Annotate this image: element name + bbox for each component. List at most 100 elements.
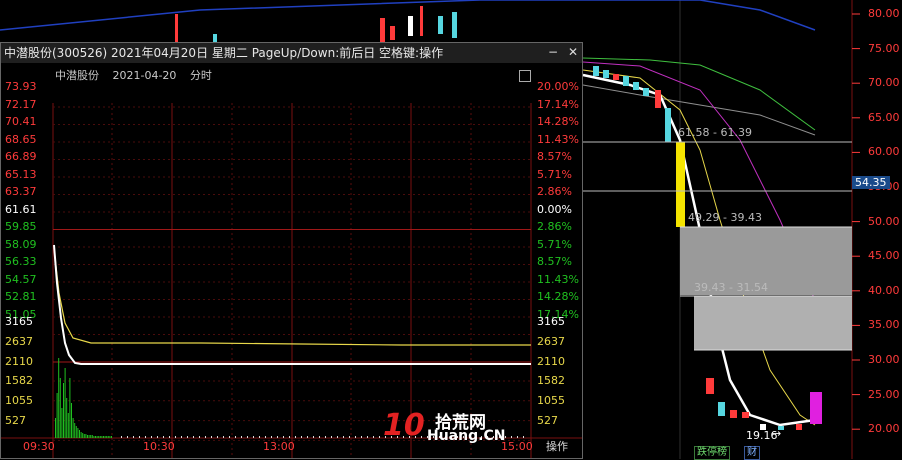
- volume-bar: [77, 428, 79, 438]
- volume-bar: [67, 413, 69, 438]
- volume-bar: [247, 436, 248, 438]
- volume-bar: [271, 436, 272, 438]
- volume-tick: 527: [5, 414, 26, 427]
- volume-bar: [337, 436, 338, 438]
- volume-bar: [121, 436, 122, 438]
- daily-price-tick: 40.00: [868, 283, 900, 297]
- volume-bar: [307, 436, 308, 438]
- percent-tick: 11.43%: [537, 272, 579, 286]
- volume-bar: [223, 436, 224, 438]
- intraday-popup[interactable]: 中潜股份(300526) 2021年04月20日 星期二 PageUp/Down…: [0, 42, 583, 459]
- volume-tick: 1055: [537, 394, 565, 408]
- volume-bar: [85, 434, 87, 438]
- volume-bar: [74, 423, 76, 438]
- watermark-en: Huang.CN: [427, 428, 506, 444]
- time-tick: 13:00: [263, 440, 295, 453]
- volume-bar: [87, 435, 88, 438]
- volume-tick: 3165: [537, 315, 565, 328]
- volume-bar: [61, 408, 63, 438]
- percent-tick: 5.71%: [537, 237, 572, 251]
- finance-badge[interactable]: 财: [744, 446, 760, 460]
- daily-price-tick: 45.00: [868, 249, 900, 263]
- volume-bar: [373, 436, 374, 438]
- volume-bar: [99, 436, 101, 438]
- volume-tick: 1582: [537, 374, 565, 388]
- percent-tick: 0.00%: [537, 202, 572, 216]
- volume-bar: [145, 436, 146, 438]
- percent-tick: 11.43%: [537, 132, 579, 146]
- percent-tick: 8.57%: [537, 150, 572, 163]
- volume-bar: [64, 368, 66, 438]
- price-tick: 61.61: [5, 202, 37, 216]
- price-tick: 59.85: [5, 220, 37, 233]
- volume-bar: [205, 436, 206, 438]
- volume-bar: [127, 436, 128, 438]
- price-tick: 63.37: [5, 185, 37, 198]
- volume-bar: [83, 434, 85, 438]
- volume-bar: [96, 436, 98, 438]
- volume-bar: [98, 436, 100, 438]
- ops-button[interactable]: 操作: [546, 438, 568, 454]
- daily-price-tick: 80.00: [868, 7, 900, 20]
- volume-bar: [58, 358, 60, 438]
- volume-bar: [361, 436, 362, 438]
- daily-price-tick: 25.00: [868, 387, 900, 401]
- volume-bar: [90, 435, 92, 438]
- volume-bar: [109, 436, 111, 438]
- percent-tick: 2.86%: [537, 220, 572, 233]
- volume-bar: [325, 436, 326, 438]
- volume-bar: [104, 436, 106, 438]
- volume-tick: 1055: [5, 394, 33, 408]
- volume-bar: [379, 436, 380, 438]
- percent-tick: 5.71%: [537, 167, 572, 181]
- volume-bar: [253, 436, 254, 438]
- volume-tick: 2110: [537, 354, 565, 368]
- volume-bar: [106, 436, 108, 438]
- volume-bar: [319, 436, 320, 438]
- percent-tick: 17.14%: [537, 97, 579, 111]
- volume-bar: [193, 436, 194, 438]
- daily-price-tick: 70.00: [868, 76, 900, 90]
- volume-bar: [66, 398, 68, 438]
- daily-price-tick: 50.00: [868, 214, 900, 228]
- volume-bar: [151, 436, 152, 438]
- volume-bar: [59, 378, 61, 438]
- daily-price-tick: 20.00: [868, 422, 900, 436]
- limit-down-badge[interactable]: 跌停榜: [694, 446, 730, 460]
- price-tick: 70.41: [5, 115, 37, 128]
- volume-tick: 1582: [5, 374, 33, 388]
- current-price-tag: 54.35: [852, 176, 890, 189]
- volume-bar: [139, 436, 140, 438]
- volume-bar: [265, 436, 266, 438]
- minimize-icon[interactable]: −: [546, 45, 560, 59]
- daily-price-tick: 65.00: [868, 110, 900, 124]
- volume-bar: [313, 436, 314, 438]
- volume-bar: [211, 436, 212, 438]
- volume-bar: [181, 436, 182, 438]
- volume-bar: [63, 383, 64, 438]
- volume-tick: 3165: [5, 315, 33, 328]
- volume-bar: [295, 436, 296, 438]
- price-tick: 52.81: [5, 290, 37, 303]
- volume-bar: [229, 436, 230, 438]
- zone-band-2: [694, 296, 852, 350]
- volume-bar: [75, 426, 77, 438]
- volume-bar: [289, 436, 290, 438]
- volume-bar: [217, 436, 218, 438]
- volume-bar: [56, 393, 58, 438]
- volume-bar: [157, 436, 158, 438]
- volume-bar: [301, 436, 302, 438]
- percent-tick: 2.86%: [537, 185, 572, 198]
- volume-tick: 527: [537, 414, 558, 427]
- close-icon[interactable]: ✕: [566, 45, 580, 59]
- popup-titlebar[interactable]: 中潜股份(300526) 2021年04月20日 星期二 PageUp/Down…: [1, 43, 582, 63]
- volume-bar: [199, 436, 200, 438]
- volume-bar: [82, 433, 84, 438]
- time-tick: 09:30: [23, 440, 55, 453]
- price-tick: 68.65: [5, 132, 37, 146]
- volume-bar: [367, 436, 368, 438]
- watermark-number: 10: [383, 408, 425, 443]
- volume-bar: [349, 436, 350, 438]
- volume-bar: [235, 436, 236, 438]
- volume-bar: [187, 436, 188, 438]
